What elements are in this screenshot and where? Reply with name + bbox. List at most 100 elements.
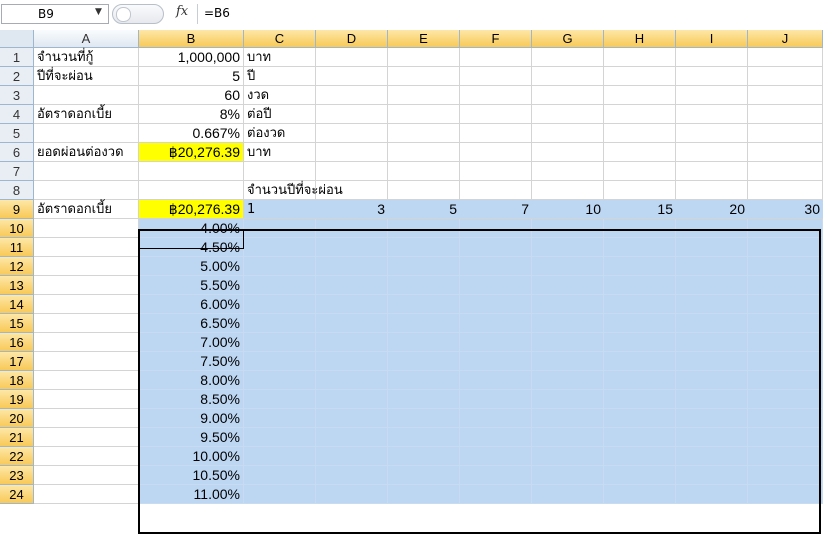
cell-a19[interactable] [34, 390, 139, 409]
cell-i16[interactable] [676, 333, 748, 352]
cell-i1[interactable] [676, 48, 748, 67]
cell-g16[interactable] [532, 333, 604, 352]
row-header-16[interactable]: 16 [0, 333, 34, 352]
cell-a3[interactable] [34, 86, 139, 105]
cell-h11[interactable] [604, 238, 676, 257]
cell-j14[interactable] [748, 295, 823, 314]
cell-f20[interactable] [460, 409, 532, 428]
cell-h20[interactable] [604, 409, 676, 428]
cell-g1[interactable] [532, 48, 604, 67]
cell-c16[interactable] [244, 333, 316, 352]
cell-e6[interactable] [388, 143, 460, 162]
cell-j8[interactable] [748, 181, 823, 200]
cell-j19[interactable] [748, 390, 823, 409]
cell-a12[interactable] [34, 257, 139, 276]
cell-a1[interactable]: จำนวนที่กู้ [34, 48, 139, 67]
cell-a21[interactable] [34, 428, 139, 447]
cell-h6[interactable] [604, 143, 676, 162]
cell-e4[interactable] [388, 105, 460, 124]
cell-d3[interactable] [316, 86, 388, 105]
cell-h7[interactable] [604, 162, 676, 181]
cell-i17[interactable] [676, 352, 748, 371]
cell-f22[interactable] [460, 447, 532, 466]
insert-function-icon[interactable]: fx [176, 4, 188, 19]
cell-i22[interactable] [676, 447, 748, 466]
cell-a22[interactable] [34, 447, 139, 466]
row-header-12[interactable]: 12 [0, 257, 34, 276]
cell-i24[interactable] [676, 485, 748, 504]
cell-g19[interactable] [532, 390, 604, 409]
cell-g9[interactable]: 10 [532, 200, 604, 219]
cell-e2[interactable] [388, 67, 460, 86]
cell-i23[interactable] [676, 466, 748, 485]
row-header-2[interactable]: 2 [0, 67, 34, 86]
cell-a9[interactable]: อัตราดอกเบี้ย [34, 200, 139, 219]
cell-a7[interactable] [34, 162, 139, 181]
cell-h17[interactable] [604, 352, 676, 371]
cell-h19[interactable] [604, 390, 676, 409]
cell-a23[interactable] [34, 466, 139, 485]
cell-d20[interactable] [316, 409, 388, 428]
cell-e11[interactable] [388, 238, 460, 257]
cell-e13[interactable] [388, 276, 460, 295]
cell-i12[interactable] [676, 257, 748, 276]
cell-e9[interactable]: 5 [388, 200, 460, 219]
cell-b16[interactable]: 7.00% [139, 333, 244, 352]
cell-g23[interactable] [532, 466, 604, 485]
cell-g13[interactable] [532, 276, 604, 295]
cell-j21[interactable] [748, 428, 823, 447]
column-header-e[interactable]: E [388, 30, 460, 48]
cell-d24[interactable] [316, 485, 388, 504]
cell-c13[interactable] [244, 276, 316, 295]
cell-h16[interactable] [604, 333, 676, 352]
cell-j11[interactable] [748, 238, 823, 257]
cell-j10[interactable] [748, 219, 823, 238]
cell-f16[interactable] [460, 333, 532, 352]
cell-a20[interactable] [34, 409, 139, 428]
column-header-d[interactable]: D [316, 30, 388, 48]
cell-b18[interactable]: 8.00% [139, 371, 244, 390]
row-header-8[interactable]: 8 [0, 181, 34, 200]
cell-i9[interactable]: 20 [676, 200, 748, 219]
cell-c7[interactable] [244, 162, 316, 181]
formula-bar-expand-handle[interactable] [112, 4, 164, 24]
cell-i15[interactable] [676, 314, 748, 333]
column-header-f[interactable]: F [460, 30, 532, 48]
cell-i19[interactable] [676, 390, 748, 409]
cell-j16[interactable] [748, 333, 823, 352]
cell-h10[interactable] [604, 219, 676, 238]
cell-d1[interactable] [316, 48, 388, 67]
cell-c20[interactable] [244, 409, 316, 428]
cell-j20[interactable] [748, 409, 823, 428]
cell-h2[interactable] [604, 67, 676, 86]
cell-j18[interactable] [748, 371, 823, 390]
row-header-18[interactable]: 18 [0, 371, 34, 390]
cell-h9[interactable]: 15 [604, 200, 676, 219]
cell-h18[interactable] [604, 371, 676, 390]
column-header-b[interactable]: B [139, 30, 244, 48]
cell-e19[interactable] [388, 390, 460, 409]
cell-h1[interactable] [604, 48, 676, 67]
cell-g24[interactable] [532, 485, 604, 504]
row-header-17[interactable]: 17 [0, 352, 34, 371]
cell-e22[interactable] [388, 447, 460, 466]
cell-j15[interactable] [748, 314, 823, 333]
cell-c1[interactable]: บาท [244, 48, 316, 67]
cell-f2[interactable] [460, 67, 532, 86]
cell-i7[interactable] [676, 162, 748, 181]
cell-d17[interactable] [316, 352, 388, 371]
cell-d10[interactable] [316, 219, 388, 238]
cell-f23[interactable] [460, 466, 532, 485]
cell-a2[interactable]: ปีที่จะผ่อน [34, 67, 139, 86]
cell-b6[interactable]: ฿20,276.39 [139, 143, 244, 162]
cell-h15[interactable] [604, 314, 676, 333]
cell-e8[interactable] [388, 181, 460, 200]
cell-i4[interactable] [676, 105, 748, 124]
cell-a24[interactable] [34, 485, 139, 504]
cell-d13[interactable] [316, 276, 388, 295]
cell-e20[interactable] [388, 409, 460, 428]
cell-e23[interactable] [388, 466, 460, 485]
row-header-7[interactable]: 7 [0, 162, 34, 181]
cell-b5[interactable]: 0.667% [139, 124, 244, 143]
cell-g15[interactable] [532, 314, 604, 333]
